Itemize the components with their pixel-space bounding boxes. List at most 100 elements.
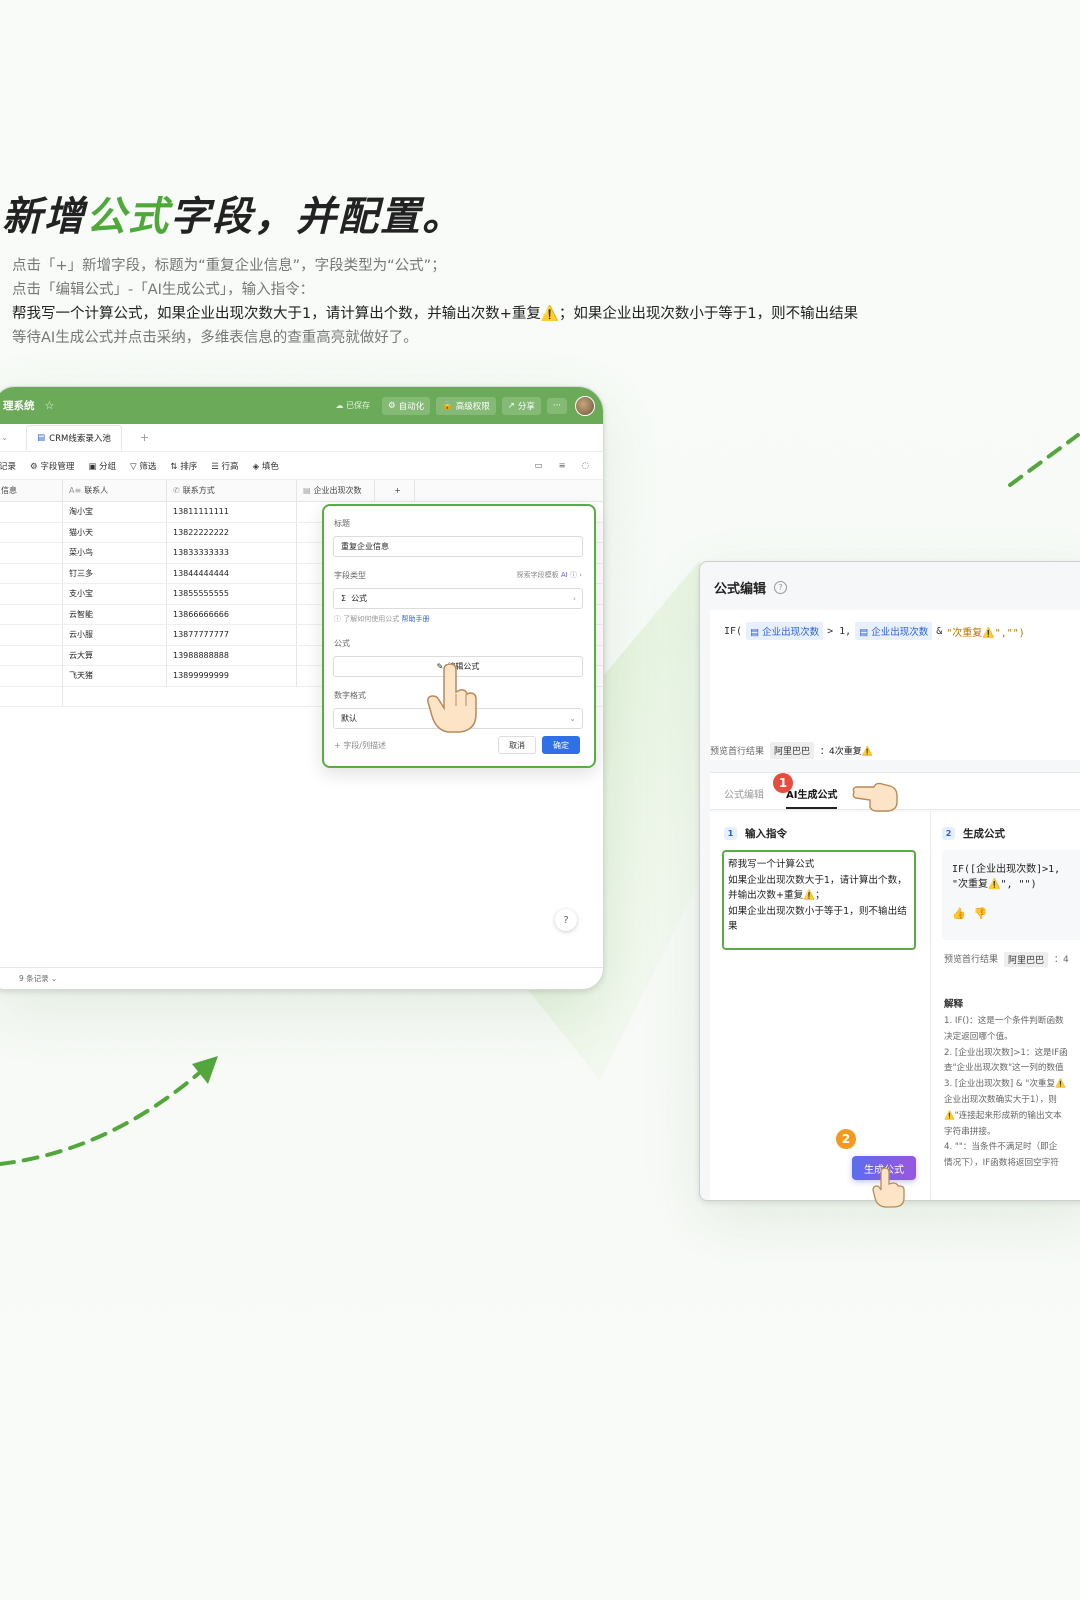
automation-button[interactable]: ⚙ 自动化: [382, 396, 431, 415]
instruction-line-2: 点击「编辑公式」-「AI生成公式」，输入指令：: [12, 282, 315, 298]
help-manual-link[interactable]: 帮助手册: [401, 615, 429, 623]
dashed-arrow-bottom-left: [0, 1056, 218, 1166]
sigma-icon: Σ: [341, 594, 347, 603]
toolbar-row-height[interactable]: ☰ 行高: [211, 460, 238, 472]
pointing-hand-icon: [872, 1168, 905, 1208]
step-1-title: 1 输入指令: [724, 826, 787, 841]
formula-field-icon: ▤: [303, 486, 311, 495]
info-icon: ⓘ: [334, 615, 341, 623]
formula-code: IF( ▤ 企业出现次数 > 1, ▤ 企业出现次数 & "次重复⚠️",""): [724, 622, 1025, 640]
tab-formula-edit[interactable]: 公式编辑: [724, 786, 764, 801]
field-type-select[interactable]: Σ 公式 ›: [333, 588, 583, 609]
ai-generate-body: 1 输入指令 帮我写一个计算公式 如果企业出现次数大于1，请计算出个数，并输出次数…: [710, 812, 1080, 1200]
info-icon: ⓘ: [569, 571, 577, 579]
saved-status: ☁ 已保存: [335, 401, 370, 410]
formula-code-editor[interactable]: IF( ▤ 企业出现次数 > 1, ▤ 企业出现次数 & "次重复⚠️",""): [710, 610, 1080, 760]
thumbs-up-icon[interactable]: 👍: [952, 907, 974, 920]
field-chip[interactable]: ▤ 企业出现次数: [746, 622, 824, 640]
toolbar-filter[interactable]: ▽ 筛选: [130, 460, 156, 472]
phone-icon: ✆: [173, 486, 180, 495]
generated-formula: IF([企业出现次数]>1, "次重复⚠️", "") 👍👎: [942, 850, 1080, 940]
list-icon[interactable]: ≡: [558, 461, 565, 471]
step-2-title: 2 生成公式: [942, 826, 1005, 841]
field-template-link[interactable]: 探索字段模板 AI ⓘ ›: [517, 570, 582, 580]
cancel-button[interactable]: 取消: [498, 736, 536, 754]
toolbar-group[interactable]: ▣ 分组: [88, 460, 116, 472]
automation-icon: ⚙: [388, 400, 396, 411]
share-icon: ↗: [507, 400, 515, 411]
formula-editor-panel: 公式编辑 ? IF( ▤ 企业出现次数 > 1, ▤ 企业出现次数 & "次重复…: [699, 561, 1080, 1201]
confirm-button[interactable]: 确定: [542, 736, 580, 754]
window-titlebar: 理系统 ☆ ☁ 已保存 ⚙ 自动化 🔒 高级权限 ↗ 分享 ···: [0, 387, 603, 424]
title-accent: 公式: [86, 194, 170, 240]
avatar[interactable]: [575, 395, 595, 416]
formula-panel-title: 公式编辑 ?: [714, 578, 788, 597]
toolbar-field-management[interactable]: ⚙ 字段管理: [30, 460, 74, 472]
add-tab-button[interactable]: +: [140, 431, 149, 444]
formula-label: 公式: [334, 639, 350, 648]
field-chip[interactable]: ▤ 企业出现次数: [855, 622, 933, 640]
filter-icon: ▽: [130, 461, 137, 472]
preview-record-tag[interactable]: 阿里巴巴: [770, 742, 815, 759]
table-toolbar: 记录 ⚙ 字段管理 ▣ 分组 ▽ 筛选 ⇅ 排序 ☰ 行高 ◈ 填色 ▭ ≡ ◌: [0, 452, 603, 480]
grid-header: 信息 A≡ 联系人 ✆ 联系方式 ▤ 企业出现次数 +: [0, 480, 603, 502]
explanation-text: 1. IF()：这是一个条件判断函数 决定返回哪个值。 2. [企业出现次数]>…: [944, 1016, 1068, 1169]
tab-crm[interactable]: ▤ CRM线索录入池: [26, 425, 122, 450]
toolbar-record[interactable]: 记录: [0, 460, 16, 472]
page-title: 新增公式字段，并配置。: [2, 194, 464, 240]
add-description-link[interactable]: + 字段/列描述: [334, 740, 386, 751]
app-name: 理系统: [3, 400, 35, 412]
title-input[interactable]: 重复企业信息: [333, 536, 583, 557]
toolbar-fill-color[interactable]: ◈ 填色: [253, 460, 279, 472]
chevron-down-icon[interactable]: ⌄: [51, 974, 57, 983]
explanation-title: 解释: [944, 999, 964, 1010]
help-icon[interactable]: ?: [774, 581, 788, 594]
comment-icon[interactable]: ◌: [582, 461, 589, 471]
instruction-line-3: 帮我写一个计算公式，如果企业出现次数大于1，请计算出个数，并输出次数+重复⚠️；…: [12, 306, 859, 322]
lock-icon: 🔒: [442, 400, 453, 411]
advanced-permission-button[interactable]: 🔒 高级权限: [436, 396, 496, 415]
field-type-label: 字段类型: [334, 571, 366, 580]
clipboard-icon[interactable]: ▭: [534, 461, 542, 471]
chevron-right-icon: ›: [579, 571, 582, 579]
chevron-down-icon[interactable]: ⌄: [1, 433, 8, 443]
tab-ai-generate[interactable]: AI生成公式: [786, 786, 838, 809]
paint-icon: ◈: [252, 461, 260, 472]
tab-bar: ⌄ ▤ CRM线索录入池 +: [0, 424, 603, 452]
instructions: 点击「+」新增字段，标题为“重复企业信息”，字段类型为“公式”； 点击「编辑公式…: [12, 254, 858, 350]
step-badge-2: 2: [836, 1129, 856, 1149]
chevron-down-icon: ⌄: [569, 714, 576, 723]
number-format-label: 数字格式: [334, 691, 366, 700]
preview-row: 预览首行结果 阿里巴巴 ：4次重复⚠️: [710, 742, 873, 759]
toolbar-sort[interactable]: ⇅ 排序: [170, 460, 197, 472]
pointing-hand-icon: [427, 664, 477, 733]
text-field-icon: A≡: [69, 486, 82, 495]
column-header-occurrences[interactable]: ▤ 企业出现次数: [297, 480, 375, 501]
instruction-line-1: 点击「+」新增字段，标题为“重复企业信息”，字段类型为“公式”；: [12, 258, 446, 274]
formula-field-icon: ▤: [859, 627, 869, 638]
ai-badge: AI: [560, 571, 568, 579]
instruction-input[interactable]: 帮我写一个计算公式 如果企业出现次数大于1，请计算出个数，并输出次数+重复⚠️；…: [722, 850, 916, 950]
sort-icon: ⇅: [170, 461, 178, 472]
preview-row-2: 预览首行结果 阿里巴巴 ：4: [944, 952, 1069, 967]
help-button[interactable]: ?: [555, 909, 577, 931]
more-button[interactable]: ···: [546, 397, 567, 414]
row-height-icon: ☰: [211, 461, 219, 472]
add-column-button[interactable]: +: [375, 480, 415, 501]
chevron-right-icon: ›: [572, 594, 576, 603]
formula-field-icon: ▤: [750, 627, 760, 638]
star-icon[interactable]: ☆: [45, 399, 55, 412]
divider: [930, 812, 931, 1200]
formula-help-text: ⓘ 了解如何使用公式 帮助手册: [334, 615, 430, 623]
step-badge-1: 1: [773, 773, 793, 793]
gear-icon: ⚙: [30, 461, 38, 472]
column-header-contact[interactable]: A≡ 联系人: [63, 480, 167, 501]
dashed-arrow-top-right: [1008, 433, 1080, 487]
thumbs-down-icon[interactable]: 👎: [974, 907, 996, 920]
instruction-line-4: 等待AI生成公式并点击采纳，多维表信息的查重高亮就做好了。: [12, 330, 418, 346]
preview-value: ：4次重复⚠️: [820, 747, 873, 757]
column-header-phone[interactable]: ✆ 联系方式: [167, 480, 297, 501]
column-header-info[interactable]: 信息: [0, 480, 63, 501]
title-label: 标题: [334, 519, 350, 528]
share-button[interactable]: ↗ 分享: [501, 396, 541, 415]
